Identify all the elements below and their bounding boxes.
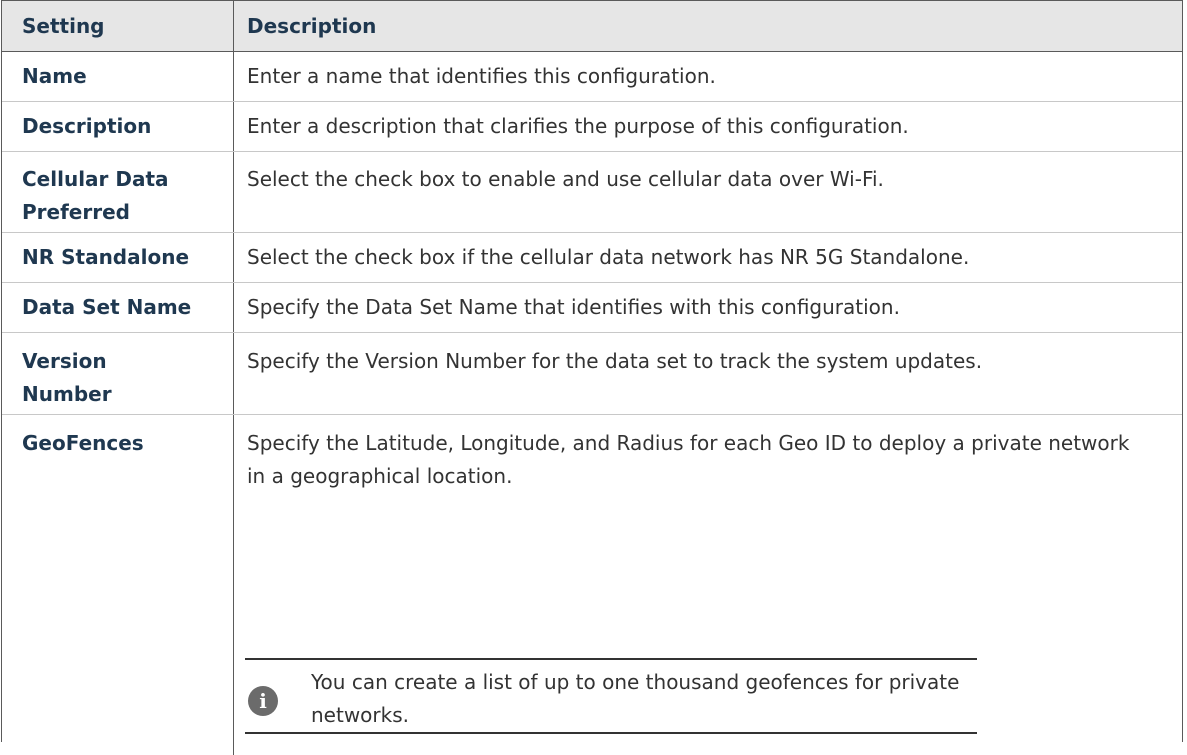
setting-description: Specify the Data Set Name that identifie… [247, 295, 900, 319]
table-row: Name Enter a name that identifies this c… [2, 52, 1182, 102]
setting-name: NR Standalone [22, 245, 190, 269]
setting-description: Enter a description that clarifies the p… [247, 114, 909, 138]
header-description: Description [247, 13, 377, 38]
setting-name: Data Set Name [22, 295, 192, 319]
setting-description: Select the check box to enable and use c… [247, 167, 884, 191]
table-row: Description Enter a description that cla… [2, 102, 1182, 152]
setting-name: Cellular Data Preferred [22, 167, 169, 224]
header-setting: Setting [22, 13, 105, 38]
table-header-row: Setting Description [2, 1, 1182, 52]
settings-table: Setting Description Name Enter a name th… [1, 0, 1183, 755]
setting-name: GeoFences [22, 431, 144, 455]
setting-name: Description [22, 114, 152, 138]
setting-name: Version Number [22, 349, 112, 406]
info-icon: i [248, 686, 278, 716]
table-row: Data Set Name Specify the Data Set Name … [2, 283, 1182, 333]
setting-description: Specify the Latitude, Longitude, and Rad… [247, 431, 1130, 488]
info-note: i You can create a list of up to one tho… [245, 658, 977, 734]
setting-description: Specify the Version Number for the data … [247, 349, 983, 373]
setting-description: Enter a name that identifies this config… [247, 64, 716, 88]
setting-name: Name [22, 64, 87, 88]
table-row: Version Number Specify the Version Numbe… [2, 333, 1182, 415]
note-text: You can create a list of up to one thous… [311, 670, 960, 727]
table-row: NR Standalone Select the check box if th… [2, 233, 1182, 283]
table-row: Cellular Data Preferred Select the check… [2, 152, 1182, 233]
setting-description: Select the check box if the cellular dat… [247, 245, 970, 269]
